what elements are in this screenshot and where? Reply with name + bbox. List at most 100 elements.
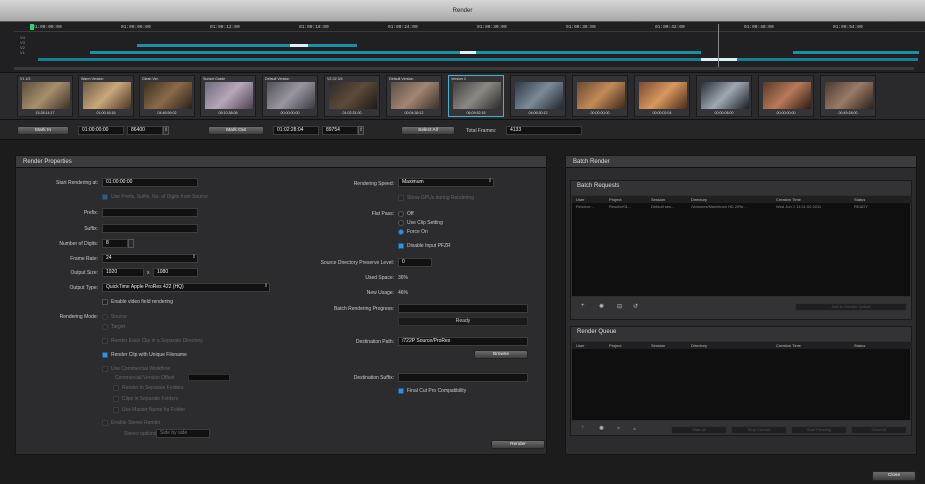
use-master-name-checkbox[interactable]	[113, 407, 119, 413]
mark-out-frames-field[interactable]: 89754	[322, 126, 358, 135]
mark-in-button[interactable]: Mark In	[17, 126, 69, 135]
output-type-select[interactable]: QuickTime Apple ProRes 422 (HQ)	[102, 283, 270, 292]
clip-thumbnail[interactable]: Clean Ver. 04:46:59:02	[139, 75, 195, 117]
commercial-version-field[interactable]	[188, 374, 230, 381]
use-commercial-checkbox[interactable]	[102, 366, 108, 372]
timeline-clip[interactable]	[793, 51, 919, 54]
clip-thumbnail-selected[interactable]: Version 2 06:09:52:18	[448, 75, 504, 117]
frame-rate-select[interactable]: 24	[102, 254, 198, 263]
track-label-v1: V1	[20, 50, 25, 55]
destination-suffix-field[interactable]	[398, 373, 528, 382]
clip-thumbnail[interactable]: Sunset Grade 08:10:38:08	[200, 75, 256, 117]
show-gpu-checkbox[interactable]	[398, 195, 404, 201]
timeline-clip-selected[interactable]	[701, 58, 737, 61]
digits-field[interactable]: 8	[102, 239, 128, 248]
cell-directory: /Volumes/Macintosh HD 2/Re...	[691, 204, 747, 209]
mark-in-stepper[interactable]: ⇕	[163, 126, 169, 135]
clip-image	[639, 82, 687, 109]
playhead-marker[interactable]	[30, 24, 34, 30]
mode-target-radio[interactable]	[102, 324, 108, 330]
render-each-clip-checkbox[interactable]	[102, 338, 108, 344]
clip-thumbnail[interactable]: Default Version 00:00:00:00	[262, 75, 318, 117]
table-row[interactable]: Resolve... Resolve01... Default ses... /…	[572, 204, 912, 211]
batch-requests-list[interactable]: User Project Session Directory Creation …	[571, 195, 912, 297]
stereo-mode-select[interactable]: Side by side	[156, 429, 210, 438]
clip-thumbnail[interactable]: 00:00:08:00	[696, 75, 752, 117]
destination-path-field[interactable]: /722P Source/ProRes	[398, 337, 528, 346]
flat-pass-clip-radio[interactable]	[398, 220, 404, 226]
trash-icon[interactable]: ⊟	[617, 303, 622, 310]
use-source-fields-checkbox[interactable]	[102, 194, 108, 200]
clip-timecode: 00:00:08:00	[714, 111, 734, 115]
mark-in-timecode-field[interactable]: 01:00:00:00	[78, 126, 124, 135]
mark-out-timecode-field[interactable]: 01:02:28:04	[273, 126, 319, 135]
mark-out-button[interactable]: Mark Out	[208, 126, 264, 135]
mark-in-frames-field[interactable]: 86400	[127, 126, 163, 135]
rendering-speed-select[interactable]: Maximum	[398, 178, 494, 187]
stop-current-button[interactable]: Stop Current	[731, 426, 787, 434]
flat-pass-force-on-radio[interactable]	[398, 229, 404, 235]
render-button[interactable]: Render	[491, 440, 545, 449]
output-width-field[interactable]: 1920	[102, 268, 144, 277]
refresh-icon[interactable]: ↺	[633, 303, 638, 310]
clip-image	[329, 82, 377, 109]
timeline-clip[interactable]	[476, 51, 701, 54]
clip-thumbnail[interactable]: Default Version 00:04:38:12	[386, 75, 442, 117]
timeline-ruler[interactable]: 01:00:00:00 01:00:06:00 01:00:12:00 01:0…	[14, 24, 925, 32]
start-pending-button[interactable]: Start Pending	[791, 426, 847, 434]
clear-all-button[interactable]: Clear All	[851, 426, 907, 434]
batch-render-panel: Batch Render Batch Requests User Project…	[565, 155, 917, 455]
timeline-scrollbar[interactable]	[14, 67, 914, 70]
prefix-field[interactable]	[102, 208, 198, 217]
clip-thumbnail[interactable]: 00:00:02:04	[634, 75, 690, 117]
close-button[interactable]: Close	[872, 471, 916, 481]
render-separate-folders-checkbox[interactable]	[113, 385, 119, 391]
select-all-button[interactable]: Select All	[401, 126, 455, 135]
qcol-directory: Directory	[691, 343, 708, 348]
flat-pass-off-radio[interactable]	[398, 211, 404, 217]
clip-thumbnail[interactable]: 04:06:30:12	[510, 75, 566, 117]
timeline-clip-v1[interactable]	[38, 58, 918, 61]
clip-thumbnail[interactable]: V2-02 3/4 01:02:31:00	[324, 75, 380, 117]
enable-field-rendering-checkbox[interactable]	[102, 299, 108, 305]
queue-add-icon[interactable]: +	[581, 425, 585, 431]
clip-thumbnail[interactable]: V1 1/3 15:28:14:17	[17, 75, 73, 117]
add-icon[interactable]: +	[581, 303, 585, 309]
start-rendering-field[interactable]: 01:00:00:00	[102, 178, 198, 187]
queue-up-icon[interactable]: ▴	[633, 425, 636, 432]
gear-icon[interactable]: ✺	[599, 303, 604, 310]
final-cut-checkbox[interactable]	[398, 388, 404, 394]
timeline-clip[interactable]	[137, 44, 357, 47]
cell-status: READY	[854, 204, 868, 209]
cell-project: Resolve01...	[609, 204, 632, 209]
mark-out-stepper[interactable]: ⇕	[358, 126, 364, 135]
clip-thumbnail[interactable]: 00:00:00:00	[572, 75, 628, 117]
source-dir-field[interactable]: 0	[398, 258, 432, 267]
render-queue-title: Render Queue	[577, 329, 617, 335]
disable-pfzr-checkbox[interactable]	[398, 243, 404, 249]
timeline-clip[interactable]	[90, 51, 460, 54]
timeline-clip-selected[interactable]	[460, 51, 476, 54]
suffix-field[interactable]	[102, 224, 198, 233]
output-height-field[interactable]: 1080	[153, 268, 198, 277]
clip-thumbnail[interactable]: Warm Version 01:00:16:16	[78, 75, 134, 117]
clip-timecode: 00:00:02:04	[652, 111, 672, 115]
queue-gear-icon[interactable]: ✺	[599, 425, 604, 432]
render-properties-header: Render Properties	[16, 156, 546, 168]
clip-thumbnail[interactable]: 00:00:00:00	[758, 75, 814, 117]
cell-session: Default ses...	[651, 204, 675, 209]
timeline-clip-selected[interactable]	[290, 44, 308, 47]
render-unique-filename-checkbox[interactable]	[102, 352, 108, 358]
clip-thumbnail[interactable]: 00:49:28:00	[820, 75, 876, 117]
browse-button[interactable]: Browse	[474, 350, 528, 359]
enable-stereo-checkbox[interactable]	[102, 420, 108, 426]
add-to-render-queue-button[interactable]: Add to Render Queue	[795, 303, 907, 311]
timeline[interactable]: 01:00:00:00 01:00:06:00 01:00:12:00 01:0…	[0, 22, 925, 72]
queue-down-icon[interactable]: ▾	[617, 425, 620, 432]
clips-separate-folders-checkbox[interactable]	[113, 396, 119, 402]
mode-source-radio[interactable]	[102, 314, 108, 320]
digits-stepper[interactable]	[128, 239, 134, 248]
clip-thumbnail-strip[interactable]: V1 1/3 15:28:14:17 Warm Version 01:00:16…	[0, 72, 925, 120]
start-all-button[interactable]: Start All	[671, 426, 727, 434]
render-queue-list[interactable]: User Project Session Directory Creation …	[571, 341, 912, 421]
